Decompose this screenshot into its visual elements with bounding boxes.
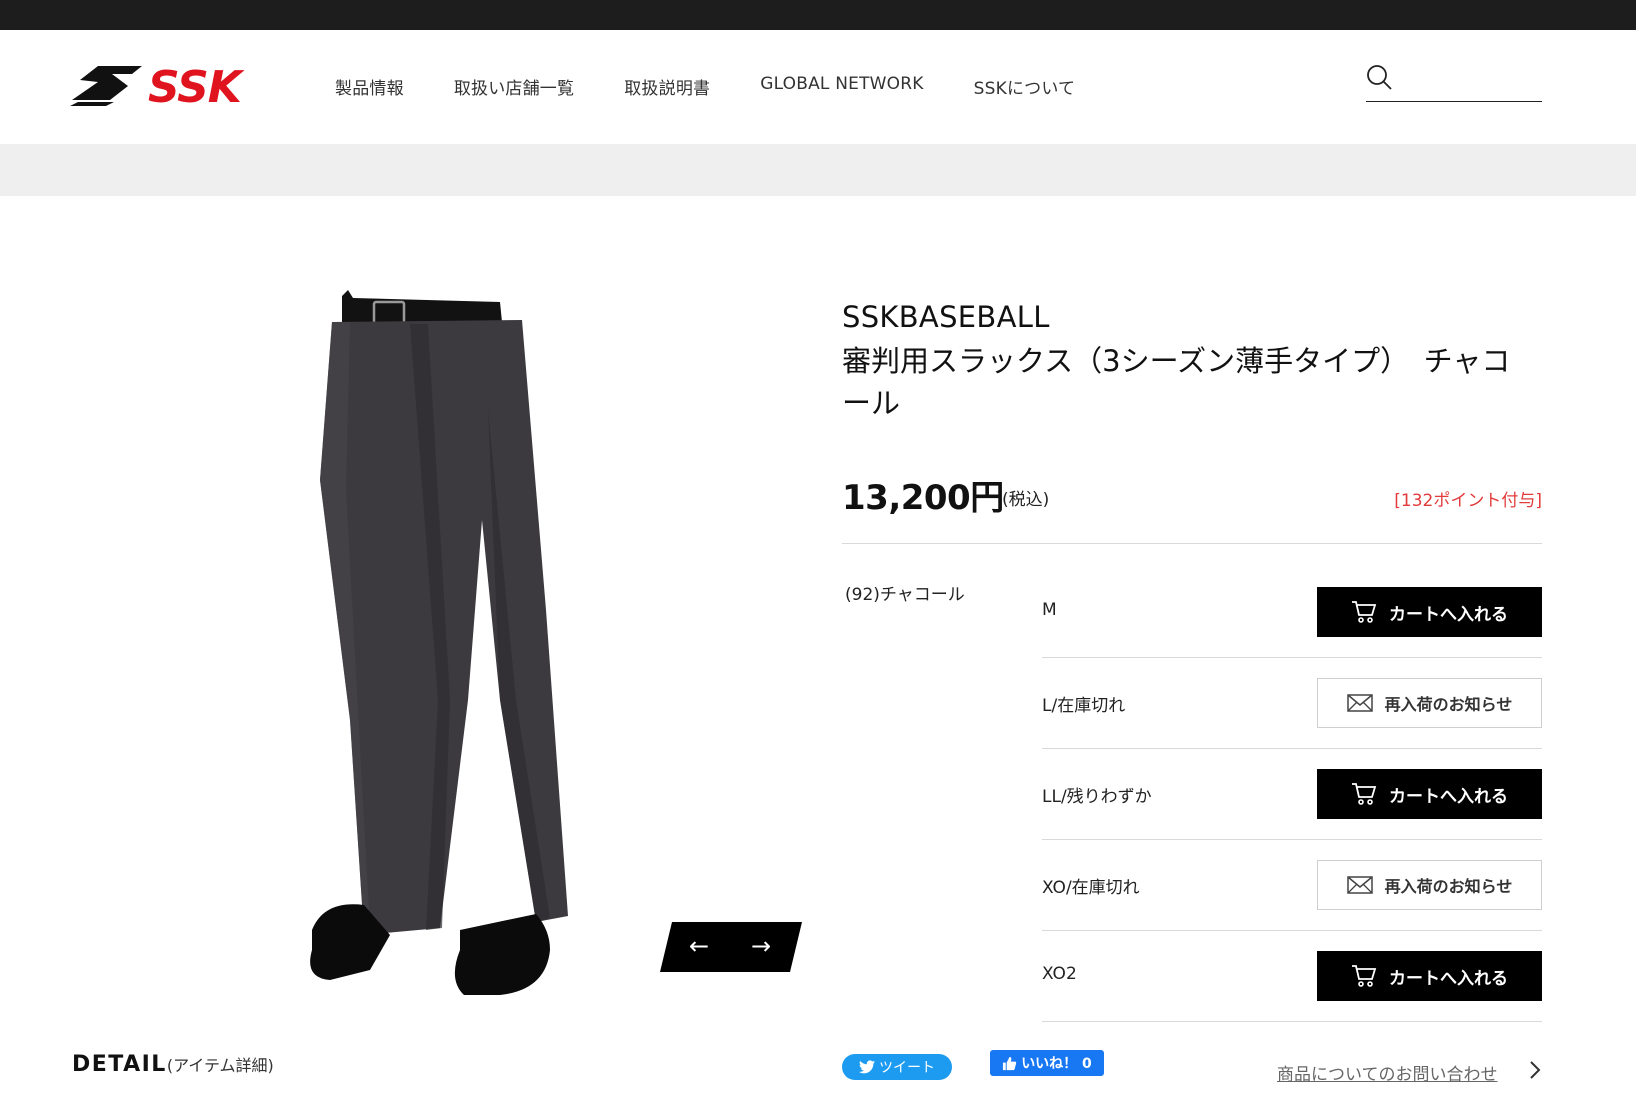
size-label: L/在庫切れ	[1042, 696, 1126, 716]
main-nav: 製品情報 取扱い店舗一覧 取扱説明書 GLOBAL NETWORK SSKについ…	[335, 74, 1125, 99]
product-title: 審判用スラックス（3シーズン薄手タイプ） チャコール	[842, 344, 1511, 420]
size-row: L/在庫切れ 再入荷のお知らせ	[1042, 658, 1542, 749]
thumbs-up-icon	[1003, 1056, 1017, 1070]
detail-title: DETAIL	[72, 1052, 167, 1077]
button-label: 再入荷のお知らせ	[1384, 695, 1513, 714]
cart-icon	[1352, 783, 1377, 805]
size-label: XO/在庫切れ	[1042, 878, 1140, 898]
nav-about[interactable]: SSKについて	[974, 74, 1076, 99]
button-label: 再入荷のお知らせ	[1384, 877, 1513, 896]
button-label: カートへ入れる	[1389, 786, 1508, 807]
add-to-cart-button[interactable]: カートへ入れる	[1317, 951, 1542, 1001]
search-box	[1366, 62, 1542, 102]
tax-label: (税込)	[1002, 490, 1050, 510]
product-brand: SSKBASEBALL	[842, 300, 1050, 334]
breadcrumb-bar	[0, 144, 1636, 196]
top-bar	[0, 0, 1636, 30]
like-label: いいね！ 0	[1021, 1056, 1092, 1072]
divider	[842, 543, 1542, 544]
restock-notify-button[interactable]: 再入荷のお知らせ	[1317, 678, 1542, 728]
twitter-icon	[859, 1060, 875, 1074]
points-label: [132ポイント付与]	[1394, 491, 1542, 511]
nav-global-network[interactable]: GLOBAL NETWORK	[760, 74, 923, 99]
size-label: M	[1042, 600, 1057, 620]
tweet-button[interactable]: ツイート	[842, 1054, 952, 1080]
facebook-like-button[interactable]: いいね！ 0	[990, 1050, 1104, 1076]
size-row: M カートへ入れる	[1042, 567, 1542, 658]
product-image	[310, 290, 568, 995]
detail-subtitle: (アイテム詳細)	[166, 1056, 274, 1075]
product-price: 13,200円	[842, 478, 1004, 518]
next-image-arrow-icon[interactable]: →	[746, 934, 776, 960]
add-to-cart-button[interactable]: カートへ入れる	[1317, 769, 1542, 819]
chevron-right-icon[interactable]	[1528, 1060, 1542, 1080]
size-label: LL/残りわずか	[1042, 787, 1152, 807]
prev-image-arrow-icon[interactable]: ←	[684, 934, 714, 960]
cart-icon	[1352, 601, 1377, 623]
mail-icon	[1346, 876, 1373, 894]
tweet-label: ツイート	[879, 1060, 935, 1076]
product-inquiry-link[interactable]: 商品についてのお問い合わせ	[1277, 1060, 1498, 1085]
color-variant-label: (92)チャコール	[845, 585, 965, 605]
slider-nav-bg	[660, 922, 802, 972]
button-label: カートへ入れる	[1389, 604, 1508, 625]
logo-text: SSK	[148, 62, 245, 106]
add-to-cart-button[interactable]: カートへ入れる	[1317, 587, 1542, 637]
button-label: カートへ入れる	[1389, 968, 1508, 989]
nav-products[interactable]: 製品情報	[335, 74, 404, 99]
ssk-logo[interactable]: SSK	[68, 62, 270, 106]
size-row: XO2 カートへ入れる	[1042, 931, 1542, 1022]
size-row: XO/在庫切れ 再入荷のお知らせ	[1042, 840, 1542, 931]
search-icon[interactable]	[1366, 64, 1394, 92]
size-label: XO2	[1042, 964, 1077, 984]
row-divider	[1042, 1021, 1542, 1022]
detail-heading: DETAIL(アイテム詳細)	[72, 1052, 274, 1077]
image-slider-nav: ← →	[660, 922, 802, 972]
cart-icon	[1352, 965, 1377, 987]
mail-icon	[1346, 694, 1373, 712]
nav-manuals[interactable]: 取扱説明書	[624, 74, 710, 99]
site-header: SSK 製品情報 取扱い店舗一覧 取扱説明書 GLOBAL NETWORK SS…	[0, 30, 1636, 144]
size-row: LL/残りわずか カートへ入れる	[1042, 749, 1542, 840]
restock-notify-button[interactable]: 再入荷のお知らせ	[1317, 860, 1542, 910]
search-input[interactable]	[1402, 66, 1538, 94]
nav-stores[interactable]: 取扱い店舗一覧	[454, 74, 574, 99]
